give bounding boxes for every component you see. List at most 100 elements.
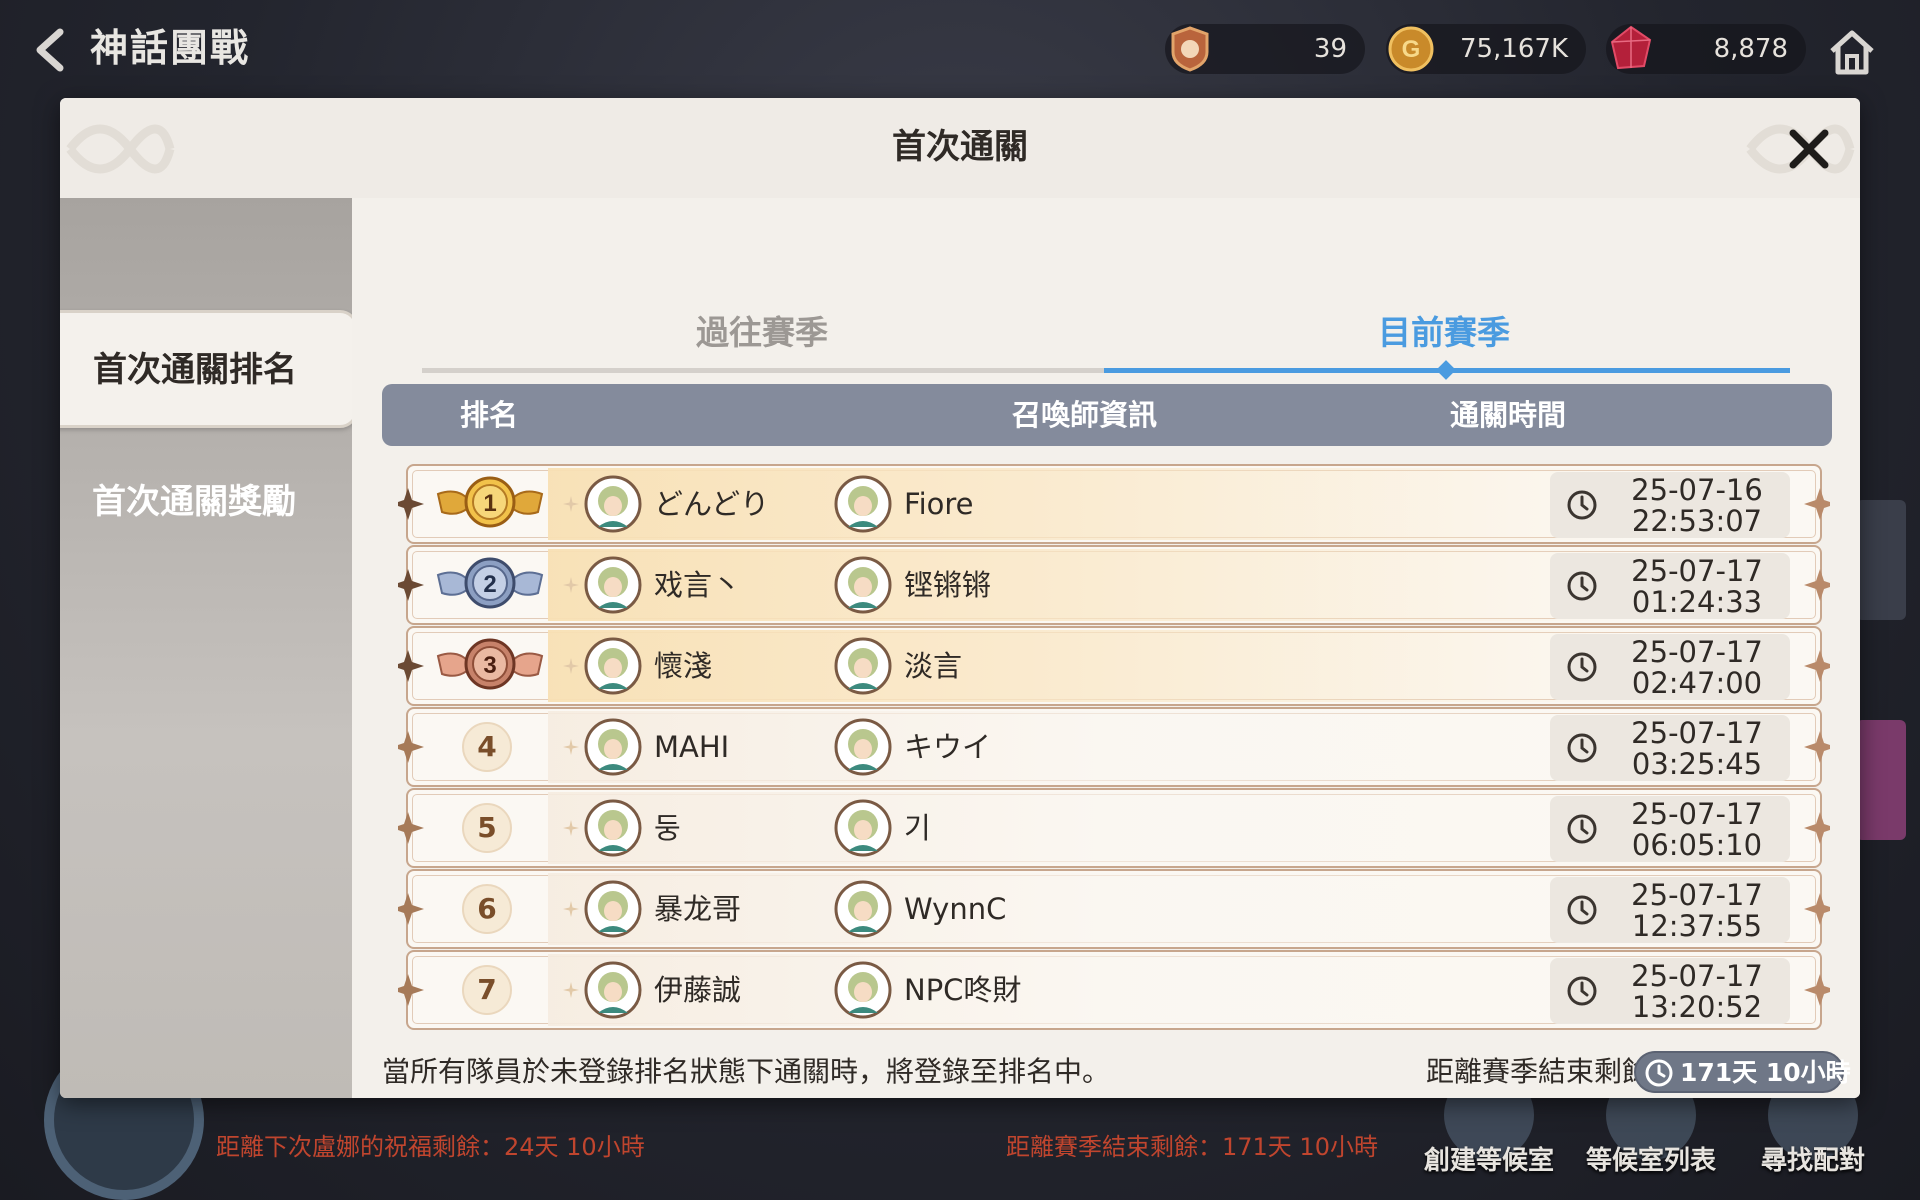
sparkle-icon [563,901,579,917]
ranking-row[interactable]: 1 どんどり Fiore 25-07-16 22:53:07 [398,462,1830,546]
avatar-icon[interactable] [834,961,892,1019]
sidebar-item-ranking[interactable]: 首次通關排名 [60,310,358,428]
avatar-icon[interactable] [584,880,642,938]
sparkle-icon [563,496,579,512]
clear-time: 25-07-16 22:53:07 [1550,472,1790,538]
clock-icon [1645,1059,1673,1087]
ranking-row[interactable]: 2 戏言丶 铿锵锵 25-07-17 01:24:33 [398,543,1830,627]
column-summoner: 召喚師資訊 [1012,398,1158,432]
first-clear-modal: 首次通關 首次通關排名 首次通關獎勵 過往賽季 目前賽季 排名 召喚師資訊 通關… [60,98,1860,1098]
clear-clock: 22:53:07 [1631,504,1763,538]
avatar-icon[interactable] [584,718,642,776]
clear-date: 25-07-17 [1631,959,1763,993]
medal-token-icon [1171,26,1209,72]
diamond-ornament-icon [398,731,424,763]
player-name: 기 [904,811,931,845]
player-name: 铿锵锵 [904,568,992,602]
diamond-ornament-icon [1804,974,1830,1006]
sparkle-icon [563,982,579,998]
diamond-ornament-icon [1804,812,1830,844]
tab-current-season[interactable]: 目前賽季 [1104,310,1784,356]
clear-time: 25-07-17 02:47:00 [1550,634,1790,700]
avatar-icon[interactable] [584,637,642,695]
clock-icon [1567,652,1597,682]
tab-marker-icon [1436,360,1456,380]
column-header: 排名 召喚師資訊 通關時間 [382,384,1832,446]
ranking-row[interactable]: 7 伊藤誠 NPC咚財 25-07-17 13:20:52 [398,948,1830,1032]
ranking-list[interactable]: 1 どんどり Fiore 25-07-16 22:53:07 2 戏言丶 铿锵锵… [398,462,1830,1046]
ranking-row[interactable]: 3 懷淺 淡言 25-07-17 02:47:00 [398,624,1830,708]
sparkle-icon [563,820,579,836]
sparkle-icon [563,577,579,593]
clear-clock: 12:37:55 [1631,909,1763,943]
back-arrow-icon[interactable] [24,22,80,78]
silver-medal-icon: 2 [436,557,544,609]
diamond-ornament-icon [1804,569,1830,601]
lobby-blessing-text: 距離下次盧娜的祝福剩餘：24天 10小時 [216,1133,645,1161]
diamond-ornament-icon [1804,650,1830,682]
clock-icon [1567,490,1597,520]
diamond-ornament-icon [398,569,424,601]
clock-icon [1567,814,1597,844]
rank-number: 4 [462,722,512,772]
lobby-season-text: 距離賽季結束剩餘：171天 10小時 [1006,1133,1378,1161]
avatar-icon[interactable] [584,475,642,533]
season-remaining-value: 171天 10小時 [1680,1058,1851,1087]
svg-text:2: 2 [483,571,496,598]
bronze-medal-icon: 3 [436,638,544,690]
player-name: どんどり [654,487,770,521]
background-panel [1856,720,1906,840]
currency-medal[interactable]: 39 [1165,24,1365,74]
clear-date: 25-07-17 [1631,635,1763,669]
sparkle-icon [563,739,579,755]
avatar-icon[interactable] [834,556,892,614]
rank-number: 7 [462,965,512,1015]
clear-time: 25-07-17 03:25:45 [1550,715,1790,781]
avatar-icon[interactable] [584,556,642,614]
avatar-icon[interactable] [834,880,892,938]
sidebar-item-rewards[interactable]: 首次通關獎勵 [92,478,296,526]
player-name: NPC咚財 [904,973,1022,1007]
svg-text:G: G [1402,36,1421,63]
player-name: 伊藤誠 [654,973,742,1007]
clock-icon [1567,733,1597,763]
clear-date: 25-07-16 [1631,473,1763,507]
player-name: 둥 [654,811,681,845]
avatar-icon[interactable] [834,718,892,776]
avatar-icon[interactable] [834,799,892,857]
clear-clock: 03:25:45 [1631,747,1763,781]
clock-icon [1567,895,1597,925]
player-name: WynnC [904,892,1007,926]
clear-time: 25-07-17 13:20:52 [1550,958,1790,1024]
currency-gem[interactable]: 8,878 [1606,24,1806,74]
home-icon[interactable] [1824,24,1880,80]
close-icon[interactable] [1784,124,1834,174]
diamond-ornament-icon [398,974,424,1006]
ranking-row[interactable]: 5 둥 기 25-07-17 06:05:10 [398,786,1830,870]
clear-clock: 06:05:10 [1631,828,1763,862]
player-name: 戏言丶 [654,568,742,602]
avatar-icon[interactable] [584,961,642,1019]
rank-number: 5 [462,803,512,853]
diamond-ornament-icon [398,488,424,520]
avatar-icon[interactable] [584,799,642,857]
diamond-ornament-icon [398,650,424,682]
gold-coin-icon: G [1388,26,1434,72]
gold-medal-icon: 1 [436,476,544,528]
currency-gold[interactable]: G 75,167K [1386,24,1586,74]
diamond-ornament-icon [1804,893,1830,925]
tab-past-season[interactable]: 過往賽季 [422,310,1102,356]
rank-number: 6 [462,884,512,934]
player-name: キウイ [904,730,992,764]
modal-title: 首次通關 [892,127,1028,167]
avatar-icon[interactable] [834,637,892,695]
clear-clock: 02:47:00 [1631,666,1763,700]
avatar-icon[interactable] [834,475,892,533]
ranking-row[interactable]: 4 MAHI キウイ 25-07-17 03:25:45 [398,705,1830,789]
clear-time: 25-07-17 01:24:33 [1550,553,1790,619]
top-bar: 神話團戰 39 G 75,167K 8,878 [0,0,1920,96]
ranking-row[interactable]: 6 暴龙哥 WynnC 25-07-17 12:37:55 [398,867,1830,951]
clock-icon [1567,571,1597,601]
sidebar-item-label: 首次通關排名 [93,350,297,390]
clear-clock: 13:20:52 [1631,990,1763,1024]
